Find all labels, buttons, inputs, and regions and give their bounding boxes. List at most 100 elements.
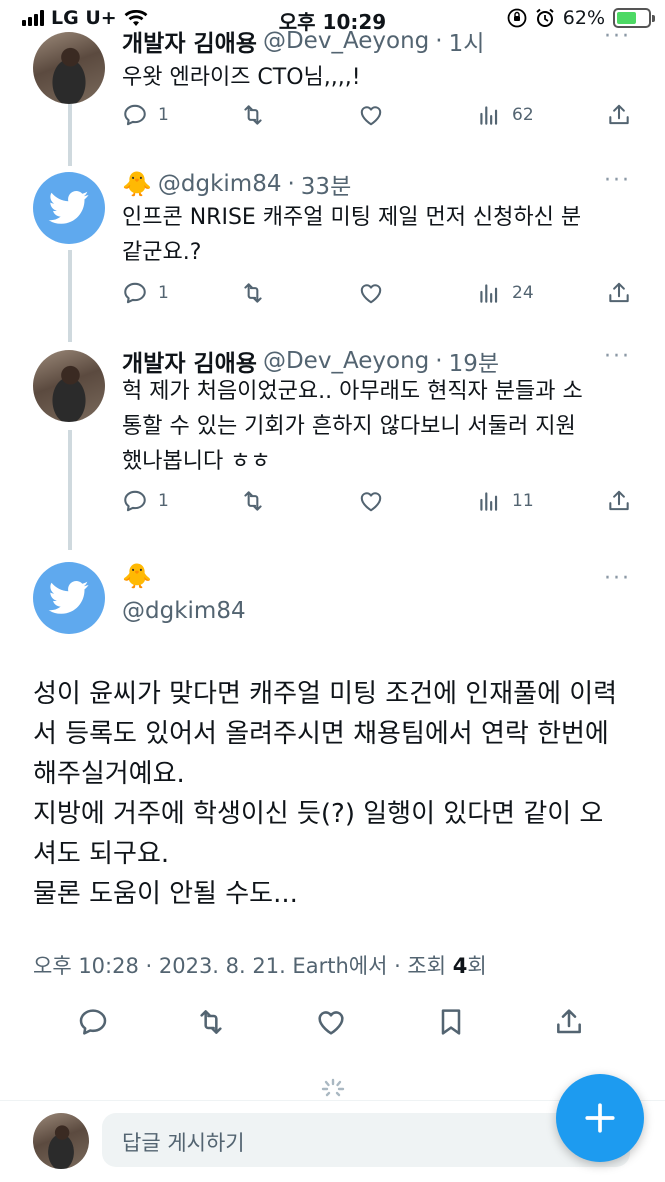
author-name[interactable]: 개발자 김애용 (122, 344, 257, 378)
like-button[interactable] (358, 102, 384, 128)
tweet-meta: 오후 10:28 · 2023. 8. 21. Earth에서 · 조회 4회 (33, 950, 487, 980)
tweet-line: 해주실거예요. (33, 759, 185, 789)
tweet-line: 성이 윤씨가 맞다면 캐주얼 미팅 조건에 인재풀에 이력 (33, 679, 618, 709)
thread-line (68, 430, 72, 550)
meta-prefix: 오후 10:28 · 2023. 8. 21. Earth에서 · 조회 (33, 954, 453, 978)
tweet-actions: 1 24 (122, 280, 634, 312)
reply-button[interactable]: 1 (122, 488, 169, 514)
share-icon (609, 490, 629, 511)
author-handle[interactable]: @Dev_Aeyong (263, 348, 429, 374)
author-handle[interactable]: @dgkim84 (122, 598, 246, 624)
bookmark-button[interactable] (435, 1006, 467, 1038)
heart-icon (360, 492, 382, 512)
views-button[interactable]: 24 (476, 280, 534, 306)
tweet-line: 통할 수 있는 기회가 흔하지 않다보니 서둘러 지원 (122, 414, 576, 439)
views-button[interactable]: 62 (476, 102, 534, 128)
more-options-icon[interactable]: ··· (604, 24, 631, 49)
share-icon (557, 1009, 581, 1034)
bookmark-icon (441, 1009, 461, 1035)
like-button[interactable] (358, 280, 384, 306)
views-count: 62 (512, 105, 534, 125)
like-button[interactable] (358, 488, 384, 514)
tweet-actions: 1 11 (122, 488, 634, 520)
author-name[interactable]: 개발자 김애용 (122, 24, 257, 58)
share-icon (609, 282, 629, 303)
main-tweet-text: 성이 윤씨가 맞다면 캐주얼 미팅 조건에 인재풀에 이력 서 등록도 있어서 … (33, 674, 643, 914)
tweet-time: 1시 (448, 31, 485, 57)
separator-dot: · (287, 171, 295, 197)
avatar[interactable] (33, 562, 105, 634)
share-icon (609, 104, 629, 125)
views-icon (480, 492, 498, 511)
main-tweet-actions (33, 1006, 633, 1046)
main-tweet-name: 🐥 (122, 562, 152, 590)
retweet-button[interactable] (195, 1006, 227, 1038)
retweet-button[interactable] (240, 488, 266, 514)
separator-dot: · (435, 28, 443, 54)
tweet-line: 물론 도움이 안될 수도... (33, 879, 298, 909)
tweet-time: 33분 (300, 174, 352, 200)
reply-icon (124, 104, 146, 126)
views-icon (480, 106, 498, 125)
tweet-line: 우왓 엔라이즈 CTO님,,,,! (122, 65, 361, 90)
tweet-line: 헉 제가 처음이었군요.. 아무래도 현직자 분들과 소 (122, 379, 583, 404)
reply-button[interactable]: 1 (122, 280, 169, 306)
tweet-line: 지방에 거주에 학생이신 듯(?) 일행이 있다면 같이 오 (33, 799, 604, 829)
tweet-line: 했나봅니다 ㅎㅎ (122, 449, 271, 474)
thread-line (68, 250, 72, 342)
views-button[interactable]: 11 (476, 488, 534, 514)
orientation-lock-icon (507, 8, 527, 28)
tweet-line: 셔도 되구요. (33, 839, 170, 869)
author-name[interactable]: 🐥 (122, 562, 152, 590)
more-options-icon[interactable]: ··· (604, 344, 631, 369)
main-tweet-handle: @dgkim84 (122, 598, 246, 624)
avatar[interactable] (33, 32, 105, 104)
loading-spinner-icon (321, 1078, 345, 1097)
tweet-text: 인프콘 NRISE 캐주얼 미팅 제일 먼저 신청하신 분 같군요.? (122, 200, 632, 270)
retweet-icon (200, 1010, 222, 1034)
tweet-text: 우왓 엔라이즈 CTO님,,,,! (122, 60, 632, 95)
reply-count: 1 (158, 283, 169, 303)
share-button[interactable] (553, 1006, 585, 1038)
author-name[interactable]: 🐥 (122, 170, 152, 198)
reply-button[interactable] (77, 1006, 109, 1038)
retweet-icon (244, 105, 262, 125)
author-handle[interactable]: @Dev_Aeyong (263, 28, 429, 54)
reply-count: 1 (158, 105, 169, 125)
reply-icon (124, 282, 146, 304)
reply-button[interactable]: 1 (122, 102, 169, 128)
tweet-text: 헉 제가 처음이었군요.. 아무래도 현직자 분들과 소 통할 수 있는 기회가… (122, 374, 632, 479)
twitter-bird-icon (48, 191, 89, 224)
compose-tweet-button[interactable] (556, 1074, 644, 1162)
reply-input[interactable]: 답글 게시하기 (102, 1113, 630, 1167)
reply-placeholder: 답글 게시하기 (122, 1131, 245, 1155)
share-button[interactable] (606, 488, 632, 514)
alarm-icon (536, 8, 554, 27)
tweet-line: 같군요.? (122, 240, 202, 265)
my-avatar[interactable] (33, 1113, 89, 1169)
more-options-icon[interactable]: ··· (604, 168, 631, 193)
reply-icon (124, 490, 146, 512)
retweet-button[interactable] (240, 280, 266, 306)
tweet-header: 개발자 김애용 @Dev_Aeyong · 19분 (122, 344, 499, 378)
meta-suffix: 회 (467, 954, 487, 978)
share-button[interactable] (606, 280, 632, 306)
views-count: 11 (512, 491, 534, 511)
retweet-button[interactable] (240, 102, 266, 128)
thread-line (68, 104, 72, 166)
plus-icon (585, 1103, 615, 1133)
views-total: 4 (452, 954, 468, 978)
more-options-icon[interactable]: ··· (604, 566, 631, 591)
like-button[interactable] (315, 1006, 347, 1038)
battery-percent: 62% (562, 7, 605, 29)
twitter-bird-icon (48, 581, 89, 614)
tweet-line: 서 등록도 있어서 올려주시면 채용팀에서 연락 한번에 (33, 719, 609, 749)
reply-icon (79, 1009, 107, 1035)
avatar[interactable] (33, 350, 105, 422)
tweet-line: 인프콘 NRISE 캐주얼 미팅 제일 먼저 신청하신 분 (122, 205, 582, 230)
avatar[interactable] (33, 172, 105, 244)
author-handle[interactable]: @dgkim84 (158, 171, 282, 197)
share-button[interactable] (606, 102, 632, 128)
reply-count: 1 (158, 491, 169, 511)
views-count: 24 (512, 283, 534, 303)
